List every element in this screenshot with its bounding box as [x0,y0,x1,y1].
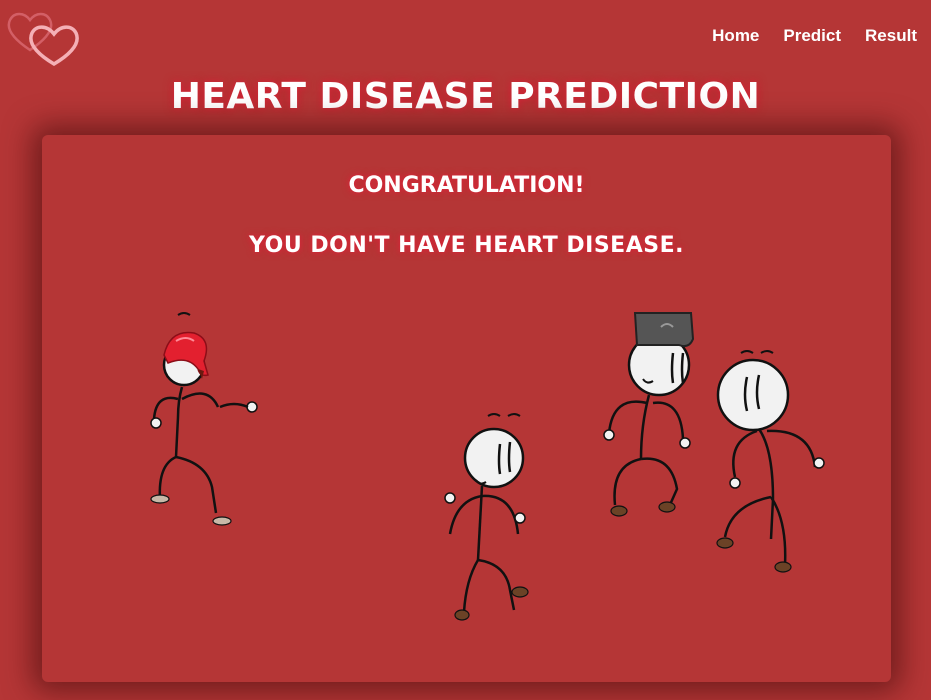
result-message: YOU DON'T HAVE HEART DISEASE. [249,233,684,258]
page-title: HEART DISEASE PREDICTION [170,76,761,117]
double-heart-icon[interactable] [4,6,84,68]
nav-predict-link[interactable]: Predict [783,26,841,46]
result-card: CONGRATULATION! YOU DON'T HAVE HEART DIS… [42,135,891,682]
nav-result-link[interactable]: Result [865,26,917,46]
nav-home-link[interactable]: Home [712,26,759,46]
dancing-figure-center [444,413,529,621]
page: Home Predict Result HEART DISEASE PREDIC… [0,0,931,700]
result-heading: CONGRATULATION! [348,173,585,198]
dancing-figure-right [716,350,825,573]
dancing-figure-red-hair [150,312,258,526]
main-nav: Home Predict Result [712,26,917,46]
